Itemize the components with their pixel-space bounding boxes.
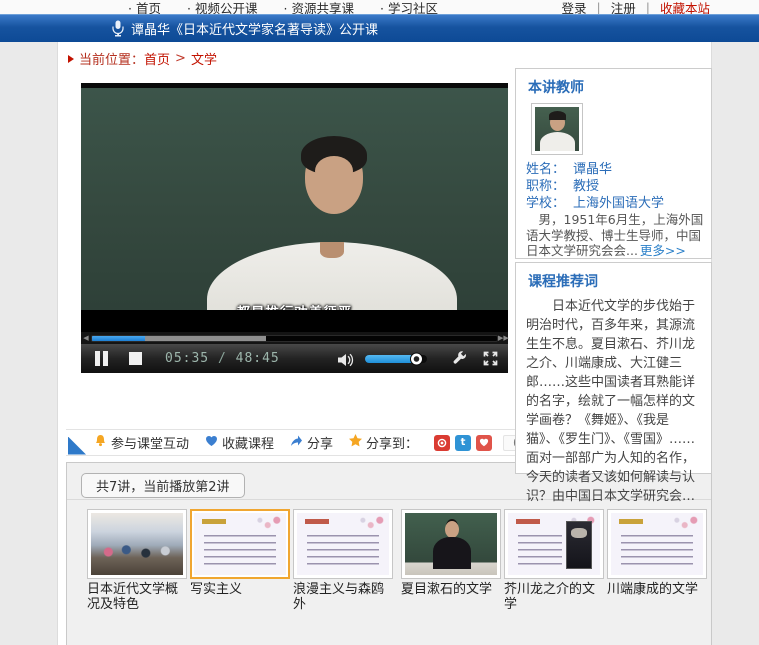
lecture-thumbnail [504,509,604,579]
lecture-thumbnail [293,509,393,579]
share-arrow-icon [290,434,303,451]
course-title-bar: 谭晶华《日本近代文学家名著导读》公开课 [0,14,759,42]
lecture-title: 川端康成的文学 [607,582,707,597]
teacher-panel: 本讲教师 姓名：谭晶华 职称：教授 学校：上海外国语大学 男，1951年6月生，… [515,68,712,259]
heart-icon [205,435,218,451]
lecture-item-5[interactable]: 芥川龙之介的文学 [504,509,605,612]
pause-button[interactable] [95,351,111,366]
seek-bar[interactable]: ◀ ▶▶ [81,332,508,344]
share-to-label: 分享到： [349,433,418,452]
seek-track[interactable] [91,335,498,342]
page: ·首页 ·视频公开课 ·资源共享课 ·学习社区 登录 | 注册 | 收藏本站 谭… [0,0,759,645]
breadcrumb-label: 当前位置： [79,49,144,68]
teacher-name-link[interactable]: 谭晶华 [573,162,612,177]
breadcrumb: 当前位置： 首页 > 文学 [68,49,217,68]
volume-icon[interactable] [337,352,356,371]
lecture-title: 浪漫主义与森鸥外 [293,582,393,612]
recommend-panel: 课程推荐词 日本近代文学的步伐始于明治时代，百多年来，其源流生生不息。夏目漱石、… [515,262,712,474]
teacher-bio: 男，1951年6月生，上海外国语大学教授、博士生导师，中国日本文学研究会会...… [526,212,704,259]
top-nav: ·首页 ·视频公开课 ·资源共享课 ·学习社区 登录 | 注册 | 收藏本站 [0,0,759,14]
corner-triangle [68,437,86,455]
lecture-title: 日本近代文学概况及特色 [87,582,187,612]
divider: | [646,0,650,14]
lecture-item-3[interactable]: 浪漫主义与森鸥外 [293,509,394,612]
recommend-panel-title: 课程推荐词 [516,263,711,291]
teacher-avatar[interactable] [531,103,583,155]
settings-icon[interactable] [452,351,467,370]
favorite-site-link[interactable]: 收藏本站 [660,0,710,14]
register-link[interactable]: 注册 [611,0,636,14]
lecture-item-4[interactable]: 夏目漱石的文学 [401,509,502,597]
book-cover [566,521,592,569]
time-display: 05:35 / 48:45 [165,351,280,366]
tencent-share-icon[interactable]: t [455,435,471,451]
seek-forward-icon[interactable]: ▶▶ [498,334,508,342]
teacher-school-row: 学校：上海外国语大学 [526,195,664,212]
nav-item-home[interactable]: ·首页 [128,0,161,14]
teacher-title-link[interactable]: 教授 [573,179,599,194]
lecture-item-1[interactable]: 日本近代文学概况及特色 [87,509,188,612]
lecture-title: 芥川龙之介的文学 [504,582,604,612]
volume-slider[interactable] [365,355,427,363]
course-title: 谭晶华《日本近代文学家名著导读》公开课 [131,19,378,38]
share-link[interactable]: 分享 [290,433,333,452]
star-icon [349,434,362,451]
breadcrumb-category-link[interactable]: 文学 [191,49,217,68]
lecture-counter-badge: 共7讲，当前播放第2讲 [81,473,245,498]
breadcrumb-home-link[interactable]: 首页 [144,49,170,68]
video-player: 都是推行劝善惩恶 ◀ ▶▶ 05:35 / 48:45 [81,83,508,373]
bell-icon [94,434,107,451]
divider: | [597,0,601,14]
breadcrumb-separator: > [175,51,186,66]
lecturer-figure [207,242,457,310]
seek-progress [92,336,145,341]
lecture-title: 写实主义 [190,582,290,597]
video-screen[interactable]: 都是推行劝善惩恶 [81,88,508,310]
lecture-thumbnail [401,509,501,579]
nav-item-open-courses[interactable]: ·视频公开课 [187,0,258,14]
teacher-info: 姓名：谭晶华 职称：教授 学校：上海外国语大学 [526,161,664,212]
teacher-school-link[interactable]: 上海外国语大学 [573,196,664,211]
teacher-more-link[interactable]: 更多>> [640,243,686,258]
recommend-text: 日本近代文学的步伐始于明治时代，百多年来，其源流生生不息。夏目漱石、芥川龙之介、… [516,291,711,506]
login-link[interactable]: 登录 [562,0,587,14]
player-controls: 05:35 / 48:45 [81,344,508,373]
content-area: 当前位置： 首页 > 文学 都是推行劝善惩恶 ◀ ▶▶ [57,42,712,645]
lecture-item-6[interactable]: 川端康成的文学 [607,509,708,597]
teacher-title-row: 职称：教授 [526,178,664,195]
lecturer-head [305,144,363,214]
lecture-thumbnail [87,509,187,579]
volume-fill [365,355,416,363]
lecture-thumbnail [607,509,707,579]
fullscreen-icon[interactable] [483,351,498,370]
lecture-item-2-active[interactable]: 写实主义 [190,509,291,597]
lecture-title: 夏目漱石的文学 [401,582,501,597]
arrow-icon [68,55,74,63]
volume-knob[interactable] [410,353,423,366]
teacher-panel-title: 本讲教师 [516,69,711,97]
microphone-icon [112,20,124,37]
renren-share-icon[interactable] [476,435,492,451]
weibo-share-icon[interactable] [434,435,450,451]
current-time: 05:35 [165,351,209,366]
teacher-name-row: 姓名：谭晶华 [526,161,664,178]
collect-course-link[interactable]: 收藏课程 [205,433,274,452]
seek-back-icon[interactable]: ◀ [81,334,91,342]
nav-item-learning-community[interactable]: ·学习社区 [380,0,438,14]
nav-item-shared-resources[interactable]: ·资源共享课 [284,0,355,14]
stop-button[interactable] [129,352,142,365]
total-duration: 48:45 [236,351,280,366]
video-subtitle: 都是推行劝善惩恶 [81,301,508,310]
interact-link[interactable]: 参与课堂互动 [94,433,189,452]
lecture-thumbnail-active [190,509,290,579]
